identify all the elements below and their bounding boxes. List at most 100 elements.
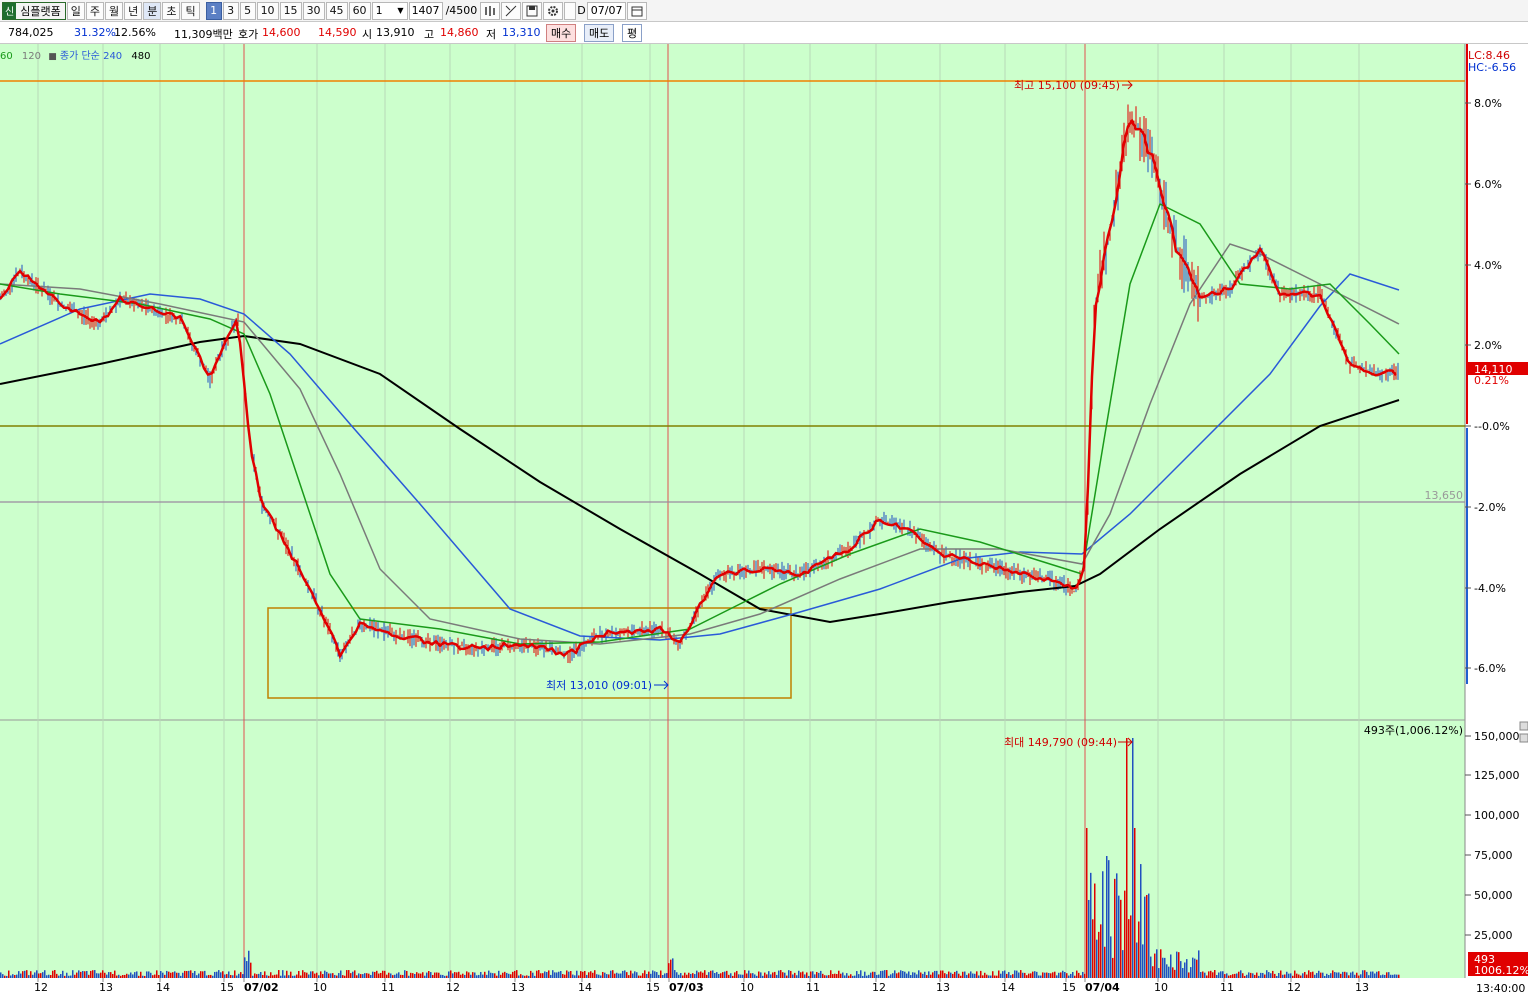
period-year-button[interactable]: 년 [124,1,143,20]
volume-tick-label: 50,000 [1474,889,1513,902]
volume-bar [670,959,672,978]
interval-select[interactable]: 1 ▼ [371,1,408,20]
volume-bar [200,971,202,978]
volume-bar [1350,972,1352,978]
volume-bar [554,972,556,978]
volume-bar [650,973,652,978]
volume-bar [874,971,876,978]
volume-bar [494,973,496,978]
volume-bar [976,971,978,978]
interval-30-button[interactable]: 30 [302,1,325,20]
volume-bar [646,974,648,978]
volume-bar [44,970,46,978]
volume-bar [1098,931,1100,978]
interval-1-button[interactable]: 1 [205,1,222,20]
period-month-button[interactable]: 월 [104,1,124,20]
price-chart[interactable]: 최고 15,100 (09:45) 최저 13,010 (09:01) 최대 1… [0,44,1528,998]
time-label: 12 [446,981,460,994]
calendar-icon[interactable] [627,1,648,20]
volume-bar [434,972,436,978]
volume-bar [526,975,528,978]
volume-bar [226,974,228,978]
volume-bar [718,973,720,978]
ref-price-label: 13,650 [1425,489,1464,502]
count-input[interactable]: 1407 [408,1,443,20]
volume-bar [422,972,424,978]
stock-selector[interactable]: 신 심플랫폼 [2,1,66,20]
date-input[interactable]: 07/07 [586,1,627,20]
volume-bar [1246,974,1248,978]
volume-bar [898,972,900,978]
volume-bar [1250,972,1252,978]
period-tick-button[interactable]: 틱 [181,1,200,20]
volume-bar [572,974,574,978]
volume-bar [730,973,732,978]
volume-bar [1052,972,1054,978]
sell-button[interactable]: 매도 [584,24,615,42]
volume-bar [478,974,480,978]
volume-bar [1066,973,1068,978]
interval-60-button[interactable]: 60 [348,1,371,20]
volume-bar [74,974,76,978]
volume-bar [1332,970,1334,978]
buy-button[interactable]: 매수 [546,24,577,42]
volume-bar [296,974,298,978]
volume-bar [314,973,316,978]
volume-bar [686,974,688,978]
volume-bar [360,974,362,978]
volume-bar [1104,946,1106,978]
volume-bar [1172,967,1174,978]
d-checkbox[interactable] [564,1,577,20]
volume-bar [262,974,264,978]
volume-bar [1046,972,1048,978]
volume-bar [1130,915,1132,978]
volume-bar [542,973,544,978]
volume-bar [0,972,2,978]
period-week-button[interactable]: 주 [85,1,104,20]
collapse-icon[interactable] [1519,721,1528,731]
volume-bar [972,973,974,978]
interval-3-button[interactable]: 3 [222,1,239,20]
indicator-legend: 60 120 ■ 종가 단순 240 480 [0,47,150,62]
volume-bar [170,972,172,978]
volume-bar [498,970,500,978]
volume-bar [12,974,14,978]
volume-bar [1138,921,1140,978]
volume-bar [1244,975,1246,978]
volume-bar [1290,973,1292,978]
volume-bar [512,971,514,978]
bars-icon[interactable] [480,1,501,20]
volume-bar [88,974,90,978]
volume-bar [70,975,72,978]
volume-bar [970,971,972,978]
volume-bar [1086,828,1088,978]
gear-icon[interactable] [543,1,564,20]
expand-icon[interactable] [1519,733,1528,743]
volume-bar [1038,975,1040,978]
period-minute-button[interactable]: 분 [143,1,162,20]
interval-45-button[interactable]: 45 [325,1,348,20]
period-second-button[interactable]: 초 [162,1,181,20]
volume-bar [234,970,236,978]
volume-bar [958,973,960,978]
avg-button[interactable]: 평 [622,24,643,42]
volume-bar [1010,975,1012,978]
period-day-button[interactable]: 일 [66,1,85,20]
volume-bar [10,975,12,978]
volume-bar [284,975,286,978]
interval-10-button[interactable]: 10 [256,1,279,20]
volume-bar [1320,972,1322,978]
volume-bar [904,971,906,978]
volume-bar [1230,975,1232,978]
save-icon[interactable] [522,1,543,20]
volume-bar [790,970,792,978]
volume-bar [596,974,598,978]
interval-15-button[interactable]: 15 [279,1,302,20]
interval-5-button[interactable]: 5 [239,1,256,20]
volume-bar [400,974,402,978]
volume-bar [1186,959,1188,978]
volume-bar [362,974,364,978]
volume-bar [286,970,288,978]
crosshair-icon[interactable] [501,1,522,20]
volume-bar [338,973,340,978]
